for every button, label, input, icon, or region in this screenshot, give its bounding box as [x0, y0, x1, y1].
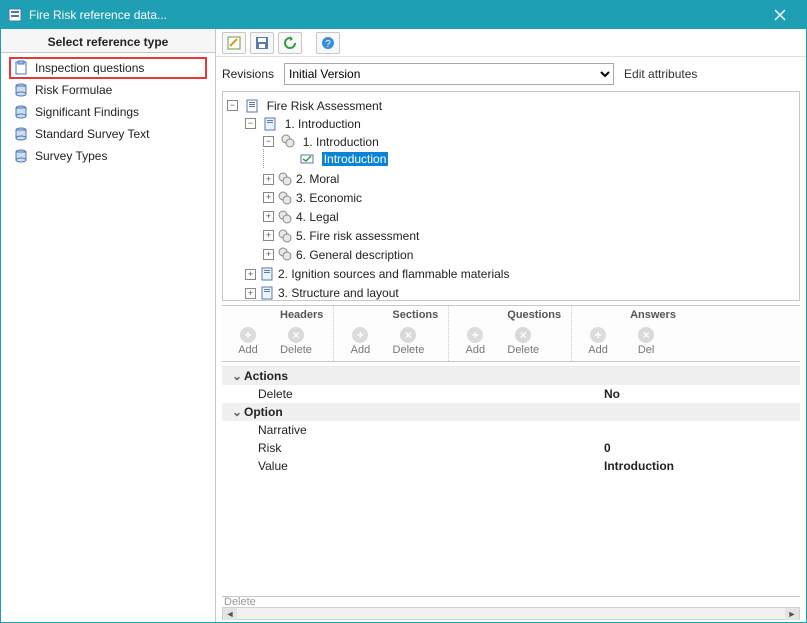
- expand-toggle[interactable]: −: [245, 118, 256, 129]
- tree-node[interactable]: 3. Structure and layout: [278, 286, 399, 300]
- toolbar: ?: [216, 29, 806, 57]
- sidebar-item-risk-formulae[interactable]: Risk Formulae: [9, 79, 207, 101]
- svg-text:?: ?: [325, 39, 331, 50]
- tree-node[interactable]: 2. Ignition sources and flammable materi…: [278, 267, 509, 281]
- tree-node[interactable]: 4. Legal: [296, 210, 339, 224]
- expand-toggle[interactable]: −: [227, 100, 238, 111]
- footer: Delete ◄ ►: [222, 596, 800, 620]
- section-icon: [260, 267, 274, 281]
- cylinder-icon: [13, 82, 29, 98]
- tree-view[interactable]: − Fire Risk Assessment − 1. Introduction…: [222, 91, 800, 301]
- sidebar: Select reference type Inspection questio…: [1, 29, 216, 622]
- scroll-right-button[interactable]: ►: [785, 608, 799, 620]
- horizontal-scrollbar[interactable]: ◄ ►: [222, 607, 800, 620]
- refresh-button[interactable]: [278, 32, 302, 54]
- sidebar-item-inspection-questions[interactable]: Inspection questions: [9, 57, 207, 79]
- properties-grid: ⌄Actions DeleteNo ⌄Option Narrative Risk…: [222, 366, 800, 596]
- sidebar-item-label: Risk Formulae: [35, 83, 112, 97]
- question-icon: [278, 229, 292, 243]
- sidebar-item-label: Inspection questions: [35, 61, 144, 75]
- expand-toggle[interactable]: −: [263, 136, 274, 147]
- prop-group-actions[interactable]: ⌄Actions: [222, 367, 800, 385]
- answers-add-button[interactable]: +Add: [574, 321, 622, 361]
- tree-node[interactable]: 3. Economic: [296, 191, 362, 205]
- sidebar-header: Select reference type: [1, 29, 215, 53]
- section-icon: [263, 117, 277, 131]
- sidebar-item-label: Survey Types: [35, 149, 107, 163]
- footer-label: Delete: [222, 597, 800, 607]
- prop-actions-delete[interactable]: DeleteNo: [222, 385, 800, 403]
- tree-node[interactable]: 6. General description: [296, 247, 413, 261]
- prop-option-risk[interactable]: Risk0: [222, 439, 800, 457]
- help-button[interactable]: ?: [316, 32, 340, 54]
- doc-icon: [245, 99, 259, 113]
- headers-label: Headers: [272, 309, 331, 321]
- edit-button[interactable]: [222, 32, 246, 54]
- answers-delete-button[interactable]: ×Del: [622, 321, 670, 361]
- answer-icon: [300, 152, 314, 166]
- tree-node[interactable]: 1. Introduction: [285, 117, 361, 131]
- tree-node[interactable]: Fire Risk Assessment: [267, 99, 382, 113]
- expand-toggle[interactable]: +: [245, 288, 256, 299]
- headers-add-button[interactable]: +Add: [224, 321, 272, 361]
- expand-toggle[interactable]: +: [263, 192, 274, 203]
- section-icon: [260, 286, 274, 300]
- question-icon: [278, 172, 292, 186]
- save-button[interactable]: [250, 32, 274, 54]
- question-icon: [278, 191, 292, 205]
- window-title: Fire Risk reference data...: [29, 8, 760, 22]
- expand-toggle[interactable]: +: [263, 174, 274, 185]
- sidebar-item-significant-findings[interactable]: Significant Findings: [9, 101, 207, 123]
- prop-option-value[interactable]: ValueIntroduction: [222, 457, 800, 475]
- tree-node-selected[interactable]: Introduction: [322, 152, 389, 166]
- cylinder-icon: [13, 104, 29, 120]
- sidebar-item-label: Standard Survey Text: [35, 127, 150, 141]
- tree-node[interactable]: 5. Fire risk assessment: [296, 229, 419, 243]
- sections-delete-button[interactable]: ×Delete: [384, 321, 432, 361]
- revisions-row: Revisions Initial Version Edit attribute…: [216, 57, 806, 91]
- question-icon: [278, 247, 292, 261]
- cylinder-icon: [13, 148, 29, 164]
- expand-toggle[interactable]: +: [263, 249, 274, 260]
- window: Fire Risk reference data... Select refer…: [0, 0, 807, 623]
- app-icon: [7, 7, 23, 23]
- expand-toggle[interactable]: +: [263, 211, 274, 222]
- expand-toggle[interactable]: +: [263, 230, 274, 241]
- expand-toggle[interactable]: +: [245, 269, 256, 280]
- questions-add-button[interactable]: +Add: [451, 321, 499, 361]
- question-icon: [281, 134, 295, 148]
- sidebar-item-label: Significant Findings: [35, 105, 139, 119]
- scroll-left-button[interactable]: ◄: [223, 608, 237, 620]
- cylinder-icon: [13, 126, 29, 142]
- close-button[interactable]: [760, 1, 800, 29]
- main-panel: ? Revisions Initial Version Edit attribu…: [216, 29, 806, 622]
- prop-option-narrative[interactable]: Narrative: [222, 421, 800, 439]
- question-icon: [278, 210, 292, 224]
- actions-toolbar: . +Add Headers ×Delete .: [222, 305, 800, 362]
- sections-add-button[interactable]: +Add: [336, 321, 384, 361]
- prop-group-option[interactable]: ⌄Option: [222, 403, 800, 421]
- tree-node[interactable]: 2. Moral: [296, 172, 339, 186]
- revisions-select[interactable]: Initial Version: [284, 63, 614, 85]
- revisions-label: Revisions: [222, 67, 274, 81]
- questions-label: Questions: [499, 309, 569, 321]
- headers-delete-button[interactable]: ×Delete: [272, 321, 320, 361]
- answers-label: Answers: [622, 309, 684, 321]
- titlebar[interactable]: Fire Risk reference data...: [1, 1, 806, 29]
- questions-delete-button[interactable]: ×Delete: [499, 321, 547, 361]
- clipboard-icon: [13, 60, 29, 76]
- sidebar-item-survey-types[interactable]: Survey Types: [9, 145, 207, 167]
- sidebar-item-standard-survey-text[interactable]: Standard Survey Text: [9, 123, 207, 145]
- tree-node[interactable]: 1. Introduction: [303, 134, 379, 148]
- edit-attributes-link[interactable]: Edit attributes: [624, 67, 697, 81]
- sections-label: Sections: [384, 309, 446, 321]
